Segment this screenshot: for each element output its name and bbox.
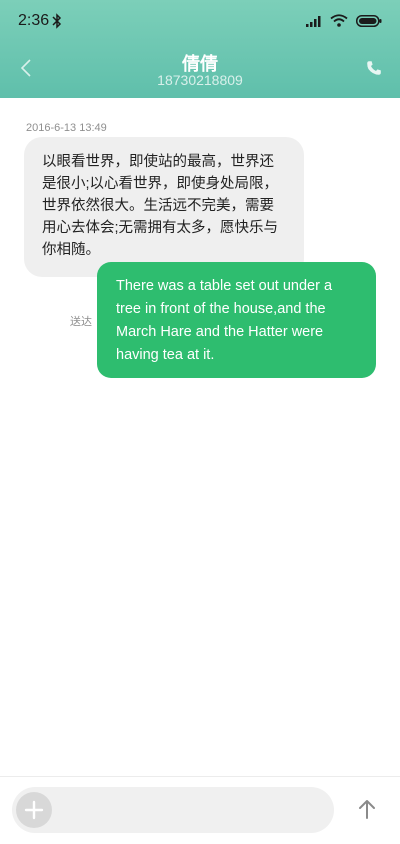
bluetooth-icon (52, 13, 62, 29)
delivery-status: 送达 (70, 316, 92, 328)
message-input[interactable] (64, 795, 324, 825)
status-icons (306, 14, 382, 27)
received-message-bubble[interactable]: 以眼看世界，即使站的最高，世界还是很小;以心看世界，即使身处局限，世界依然很大。… (24, 137, 304, 277)
status-bar: 2:36 (0, 0, 400, 42)
composer-bar (12, 787, 334, 833)
plus-icon (24, 800, 44, 820)
call-button[interactable] (362, 56, 386, 80)
phone-icon (367, 61, 381, 75)
status-time: 2:36 (18, 12, 50, 29)
sent-message-bubble[interactable]: There was a table set out under a tree i… (97, 262, 376, 378)
composer-divider (0, 776, 400, 777)
send-arrow-icon (359, 800, 375, 819)
send-button[interactable] (353, 795, 381, 823)
title-bar: 倩倩 18730218809 (0, 44, 400, 94)
wifi-icon (330, 14, 348, 27)
signal-icon (306, 15, 321, 27)
header: 2:36 倩倩 18730218809 (0, 0, 400, 98)
battery-icon (356, 14, 382, 27)
attach-button[interactable] (16, 792, 52, 828)
contact-number: 18730218809 (157, 72, 243, 88)
message-timestamp: 2016-6-13 13:49 (26, 122, 107, 134)
